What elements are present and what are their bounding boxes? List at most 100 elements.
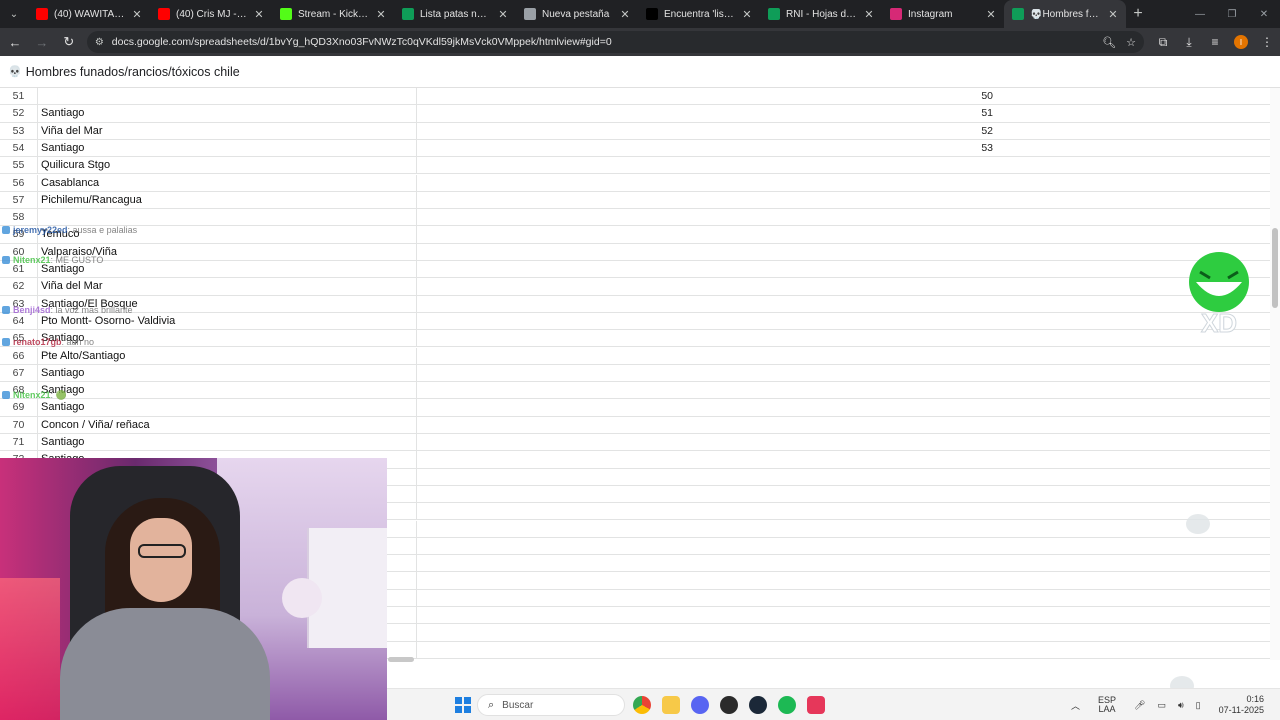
city-cell[interactable]: Pichilemu/Rancagua	[41, 191, 417, 209]
city-cell[interactable]: Valparaiso/Viña	[41, 243, 417, 260]
volume-icon[interactable]: 🔊︎	[1178, 700, 1184, 711]
vertical-scrollbar[interactable]	[1270, 88, 1280, 660]
minimize-icon[interactable]: —	[1184, 0, 1216, 28]
value-cell[interactable]	[417, 382, 993, 398]
close-tab-icon[interactable]: ✕	[1106, 8, 1120, 21]
microphone-icon[interactable]: 🎤︎	[1134, 700, 1145, 711]
value-cell[interactable]	[417, 209, 993, 225]
table-row[interactable]: 66 Pte Alto/Santiago	[0, 347, 1270, 365]
url-text[interactable]: docs.google.com/spreadsheets/d/1bvYg_hQD…	[112, 36, 1092, 48]
forward-icon[interactable]: →	[30, 30, 54, 54]
browser-tab[interactable]: Stream - Kick Dashbo ✕	[272, 0, 394, 28]
value-cell[interactable]	[417, 330, 993, 346]
back-icon[interactable]: ←	[3, 30, 27, 54]
browser-tab[interactable]: Instagram ✕	[882, 0, 1004, 28]
browser-tab[interactable]: (40) Cris MJ - Var ✕	[150, 0, 272, 28]
city-cell[interactable]: Santiago	[41, 434, 417, 451]
close-tab-icon[interactable]: ✕	[496, 8, 510, 21]
city-cell[interactable]: Concon / Viña/ reñaca	[41, 416, 417, 433]
browser-tab[interactable]: Nueva pestaña ✕	[516, 0, 638, 28]
value-cell[interactable]	[417, 451, 993, 467]
table-row[interactable]: 54 Santiago 53	[0, 139, 1270, 158]
maximize-icon[interactable]: ❐	[1216, 0, 1248, 28]
table-row[interactable]: 65 Santiago	[0, 330, 1270, 348]
browser-menu-icon[interactable]: ⋮	[1254, 30, 1280, 54]
file-explorer-icon[interactable]	[662, 696, 680, 714]
horizontal-scroll-thumb[interactable]	[388, 657, 414, 662]
site-info-icon[interactable]: ⚙	[95, 37, 104, 48]
new-tab-button[interactable]: +	[1126, 2, 1150, 26]
taskbar-search[interactable]: ⌕ Buscar	[477, 694, 625, 716]
city-cell[interactable]: Pte Alto/Santiago	[41, 347, 417, 364]
browser-tab[interactable]: RNI - Hojas de cálcul ✕	[760, 0, 882, 28]
city-cell[interactable]: Santiago	[41, 105, 417, 122]
chrome-taskbar-icon[interactable]	[633, 696, 651, 714]
windows-start-icon[interactable]	[455, 697, 471, 713]
address-bar[interactable]: ⚙ docs.google.com/spreadsheets/d/1bvYg_h…	[86, 31, 1144, 53]
reload-icon[interactable]: ↻	[57, 30, 81, 54]
value-cell[interactable]	[417, 348, 993, 364]
close-tab-icon[interactable]: ✕	[618, 8, 632, 21]
table-row[interactable]: 57 Pichilemu/Rancagua	[0, 191, 1270, 210]
value-cell[interactable]	[417, 417, 993, 433]
browser-tab[interactable]: 💀Hombres funados ✕	[1004, 0, 1126, 28]
browser-tab[interactable]: Encuentra 'lista infiel ✕	[638, 0, 760, 28]
city-cell[interactable]: Santiago	[41, 364, 417, 382]
table-row[interactable]: 70 Concon / Viña/ reñaca	[0, 416, 1270, 434]
city-cell[interactable]	[41, 209, 417, 226]
value-cell[interactable]	[417, 365, 993, 381]
value-cell[interactable]	[417, 226, 993, 242]
value-cell[interactable]: 52	[417, 123, 993, 139]
network-icon[interactable]: ▭	[1157, 700, 1166, 711]
language-indicator[interactable]: ESP LAA	[1092, 696, 1122, 714]
media-control-icon[interactable]: ≡	[1202, 30, 1228, 54]
zoom-icon[interactable]: 🔍︎	[1102, 36, 1116, 49]
table-row[interactable]: 53 Viña del Mar 52	[0, 122, 1270, 140]
city-cell[interactable]: Quilicura Stgo	[41, 157, 417, 174]
value-cell[interactable]	[417, 313, 993, 329]
table-row[interactable]: 58	[0, 209, 1270, 227]
table-row[interactable]: 59 Temuco	[0, 226, 1270, 244]
value-cell[interactable]	[417, 244, 993, 260]
extensions-icon[interactable]: ⧉	[1150, 30, 1176, 54]
discord-icon[interactable]	[691, 696, 709, 714]
value-cell[interactable]	[417, 296, 993, 312]
profile-avatar[interactable]: I	[1234, 35, 1248, 49]
city-cell[interactable]: Viña del Mar	[41, 278, 417, 295]
city-cell[interactable]: Santiago	[41, 399, 417, 416]
steam-icon[interactable]	[749, 696, 767, 714]
close-tab-icon[interactable]: ✕	[862, 8, 876, 21]
value-cell[interactable]: 53	[417, 140, 993, 156]
table-row[interactable]: 63 Santiago/El Bosque	[0, 295, 1270, 313]
bookmark-star-icon[interactable]: ☆	[1126, 36, 1136, 49]
vertical-scroll-thumb[interactable]	[1272, 228, 1278, 308]
battery-icon[interactable]: ▯	[1196, 700, 1201, 711]
table-row[interactable]: 55 Quilicura Stgo	[0, 157, 1270, 175]
value-cell[interactable]	[417, 399, 993, 415]
value-cell[interactable]	[417, 434, 993, 450]
table-row[interactable]: 60 Valparaiso/Viña	[0, 243, 1270, 261]
city-cell[interactable]: Santiago	[41, 382, 417, 399]
city-cell[interactable]: Santiago	[41, 330, 417, 347]
obs-icon[interactable]	[720, 696, 738, 714]
close-tab-icon[interactable]: ✕	[374, 8, 388, 21]
chevron-up-icon[interactable]: ︿	[1071, 699, 1080, 712]
close-tab-icon[interactable]: ✕	[252, 8, 266, 21]
value-cell[interactable]	[417, 261, 993, 277]
table-row[interactable]: 52 Santiago 51	[0, 105, 1270, 123]
value-cell[interactable]: 51	[417, 105, 993, 121]
table-row[interactable]: 61 Santiago	[0, 261, 1270, 279]
close-tab-icon[interactable]: ✕	[984, 8, 998, 21]
city-cell[interactable]	[41, 88, 417, 105]
table-row[interactable]: 51 50	[0, 88, 1270, 106]
city-cell[interactable]: Temuco	[41, 226, 417, 243]
city-cell[interactable]: Santiago	[41, 139, 417, 157]
table-row[interactable]: 69 Santiago	[0, 399, 1270, 417]
city-cell[interactable]: Santiago	[41, 261, 417, 278]
close-tab-icon[interactable]: ✕	[740, 8, 754, 21]
table-row[interactable]: 64 Pto Montt- Osorno- Valdivia	[0, 312, 1270, 331]
tiktok-live-icon[interactable]	[807, 696, 825, 714]
browser-tab[interactable]: (40) WAWITAS RP 2 | ✕	[28, 0, 150, 28]
value-cell[interactable]	[417, 192, 993, 208]
taskbar-clock[interactable]: 0:16 07-11-2025	[1213, 694, 1270, 716]
